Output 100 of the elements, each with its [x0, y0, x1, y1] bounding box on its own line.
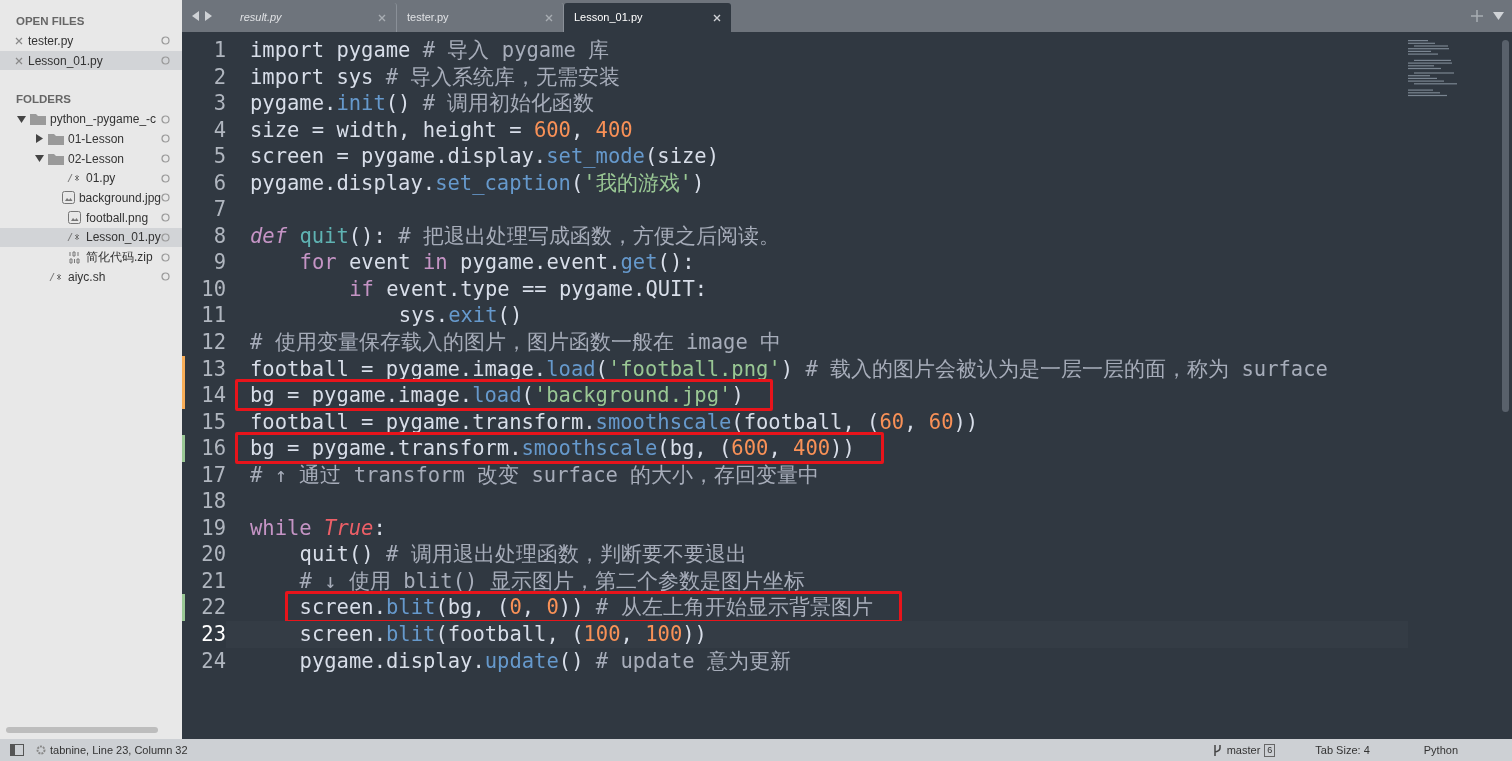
folder-tree-item[interactable]: Lesson_01.py — [0, 227, 182, 248]
section-title: OPEN FILES — [15, 14, 86, 29]
code-line: # 使用变量保存载入的图片，图片函数一般在 image 中 — [250, 329, 782, 356]
code-line: screen.blit(football, (100, 100)) — [299, 621, 707, 648]
code-line: import pygame # 导入 pygame 库 — [250, 37, 610, 64]
code-line: import sys # 导入系统库，无需安装 — [250, 63, 621, 91]
code-line: pygame.display.update() # update 意为更新 — [299, 647, 791, 675]
file-name: 02-Lesson — [68, 150, 125, 168]
editor-tab[interactable]: Lesson_01.py — [564, 3, 731, 32]
code-line: size = width, height = 600, 400 — [250, 116, 633, 144]
dropdown-arrow-icon[interactable] — [1493, 12, 1504, 20]
code-line: while True: — [250, 514, 386, 542]
line-number: 21 — [200, 567, 226, 595]
status-circle-icon — [161, 114, 170, 124]
folder-tree-item[interactable]: 01-Lesson — [0, 129, 182, 149]
file-name: Lesson_01.py — [28, 52, 104, 70]
new-tab-icon[interactable] — [1471, 10, 1483, 22]
change-count: 6 — [1264, 743, 1276, 757]
line-number: 4 — [212, 116, 226, 144]
status-circle-icon — [161, 252, 170, 262]
line-number: 15 — [200, 408, 226, 436]
next-arrow-icon[interactable] — [205, 11, 212, 21]
folder-icon — [30, 113, 46, 126]
folder-tree-item[interactable]: aiyc.sh — [0, 266, 182, 287]
line-number: 13 — [200, 355, 226, 383]
status-circle-icon — [161, 193, 170, 203]
file-name: Lesson_01.py — [86, 229, 161, 247]
file-name: 01.py — [86, 170, 116, 188]
line-number: 20 — [200, 541, 226, 568]
line-number: 1 — [212, 37, 226, 64]
code-line: def quit(): # 把退出处理写成函数，方便之后阅读。 — [250, 222, 780, 250]
line-number: 11 — [200, 302, 226, 329]
line-number: 8 — [212, 222, 226, 250]
line-number: 6 — [212, 169, 226, 197]
file-name: football.png — [86, 209, 149, 227]
line-number: 18 — [200, 488, 226, 515]
branch-name[interactable]: master — [1226, 741, 1261, 759]
expanded-caret-icon[interactable] — [34, 155, 44, 163]
image-file-icon — [67, 211, 81, 225]
tab-size[interactable]: Tab Size: 4 — [1315, 741, 1370, 759]
folder-tree-item[interactable]: football.png — [0, 207, 182, 228]
file-name: 01-Lesson — [68, 130, 125, 148]
branch-icon[interactable] — [1212, 743, 1222, 757]
file-name: background.jpg — [78, 189, 161, 207]
code-line: quit() # 调用退出处理函数，判断要不要退出 — [299, 541, 747, 568]
line-number: 24 — [200, 647, 226, 675]
folder-tree-item[interactable]: background.jpg — [0, 188, 182, 208]
cursor-position: tabnine, Line 23, Column 32 — [50, 742, 188, 758]
status-circle-icon — [161, 134, 170, 144]
line-number: 12 — [200, 329, 226, 356]
folder-tree-item[interactable]: 02-Lesson — [0, 148, 182, 169]
line-number: 14 — [200, 382, 226, 409]
binary-file-icon — [67, 250, 81, 264]
folder-tree-item[interactable]: 简化代码.zip — [0, 247, 182, 267]
status-circle-icon — [161, 56, 170, 66]
line-number: 22 — [200, 594, 226, 622]
code-file-icon — [67, 232, 81, 243]
previous-arrow-icon[interactable] — [192, 11, 199, 21]
folder-icon — [48, 152, 64, 165]
folder-icon — [48, 132, 64, 145]
editor-tab[interactable]: result.py — [230, 3, 397, 32]
vertical-scrollbar[interactable] — [1502, 40, 1509, 412]
image-file-icon — [61, 191, 75, 205]
code-line: sys.exit() — [398, 302, 523, 330]
code-line: pygame.init() # 调用初始化函数 — [250, 90, 595, 117]
line-number: 7 — [212, 196, 226, 223]
code-file-icon — [49, 271, 63, 282]
line-number: 17 — [200, 461, 226, 489]
status-circle-icon — [161, 213, 170, 223]
expanded-caret-icon[interactable] — [16, 115, 26, 123]
status-circle-icon — [161, 173, 170, 183]
code-line: pygame.display.set_caption('我的游戏') — [250, 169, 705, 197]
open-file-item[interactable]: Lesson_01.py — [0, 50, 182, 71]
file-name: aiyc.sh — [68, 268, 106, 286]
line-number: 23 — [200, 621, 226, 648]
folder-tree-item[interactable]: 01.py — [0, 168, 182, 189]
line-number: 10 — [200, 275, 226, 303]
line-number: 9 — [212, 249, 226, 276]
status-circle-icon — [161, 232, 170, 242]
folder-tree-item[interactable]: python_-pygame_-c — [0, 109, 182, 130]
open-file-item[interactable]: tester.py — [0, 31, 182, 51]
status-circle-icon — [161, 154, 170, 164]
code-line: for event in pygame.event.get(): — [299, 249, 695, 276]
line-number: 3 — [212, 90, 226, 117]
code-file-icon — [67, 173, 81, 184]
code-line: screen = pygame.display.set_mode(size) — [250, 143, 720, 170]
horizontal-scrollbar[interactable] — [6, 727, 158, 733]
code-line: if event.type == pygame.QUIT: — [349, 275, 708, 303]
file-name: python_-pygame_-c — [50, 111, 157, 129]
close-icon[interactable] — [713, 13, 721, 22]
status-circle-icon — [161, 36, 170, 46]
line-number: 5 — [212, 143, 226, 170]
collapsed-caret-icon[interactable] — [35, 134, 43, 144]
syntax-mode[interactable]: Python — [1423, 741, 1458, 759]
section-title: FOLDERS — [15, 92, 72, 108]
file-name: 简化代码.zip — [86, 249, 153, 267]
line-number: 16 — [200, 435, 226, 462]
gear-icon — [36, 745, 46, 755]
sidebar-toggle-icon[interactable] — [10, 744, 24, 756]
file-name: tester.py — [28, 32, 75, 50]
